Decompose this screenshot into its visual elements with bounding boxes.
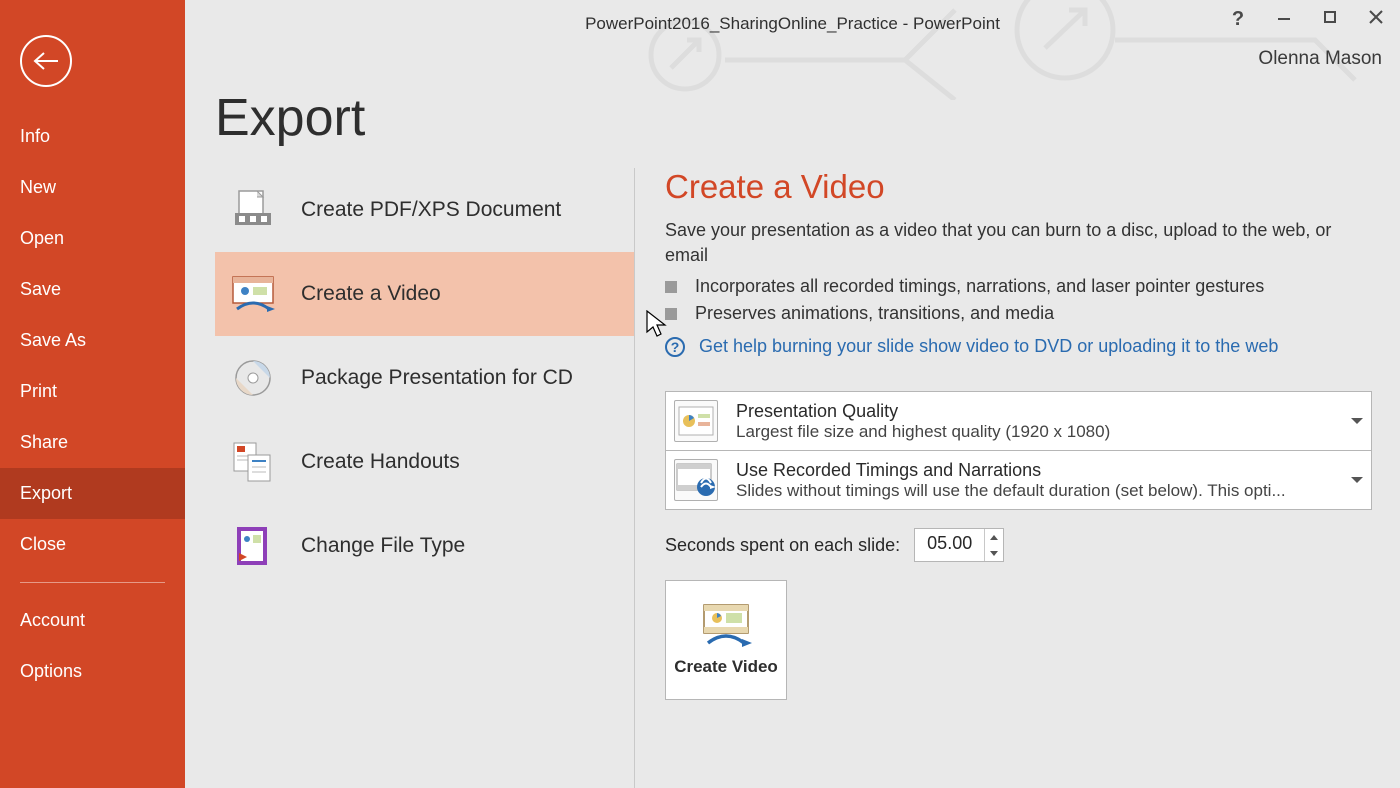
sidebar-item-export[interactable]: Export <box>0 468 185 519</box>
seconds-per-slide-row: Seconds spent on each slide: 05.00 <box>665 528 1372 562</box>
back-arrow-icon <box>32 51 60 71</box>
bullet-item: Preserves animations, transitions, and m… <box>665 303 1372 324</box>
create-video-label: Create Video <box>674 657 778 677</box>
main-area: PowerPoint2016_SharingOnline_Practice - … <box>185 0 1400 788</box>
help-icon: ? <box>665 337 685 357</box>
sidebar-divider <box>20 582 165 583</box>
video-icon <box>231 272 275 316</box>
sidebar-item-options[interactable]: Options <box>0 646 185 697</box>
backstage-sidebar: Info New Open Save Save As Print Share E… <box>0 0 185 788</box>
sidebar-item-label: Close <box>20 534 66 554</box>
detail-description: Save your presentation as a video that y… <box>665 218 1372 268</box>
option-label: Package Presentation for CD <box>301 366 573 390</box>
spinner-down-button[interactable] <box>985 545 1003 561</box>
account-name[interactable]: Olenna Mason <box>1258 48 1382 70</box>
triangle-down-icon <box>990 551 998 556</box>
page-title: Export <box>215 88 1400 148</box>
dropdown-subtitle: Slides without timings will use the defa… <box>736 481 1337 501</box>
sidebar-item-info[interactable]: Info <box>0 111 185 162</box>
bullet-icon <box>665 308 677 320</box>
seconds-spinner[interactable]: 05.00 <box>914 528 1004 562</box>
restore-icon <box>1322 9 1338 25</box>
option-label: Create a Video <box>301 282 441 306</box>
bullet-text: Preserves animations, transitions, and m… <box>695 303 1054 324</box>
sidebar-item-label: Print <box>20 381 57 401</box>
timings-icon <box>674 459 718 501</box>
export-option-change-file-type[interactable]: Change File Type <box>215 504 634 588</box>
bullet-icon <box>665 281 677 293</box>
file-type-icon <box>231 524 275 568</box>
help-link-text: Get help burning your slide show video t… <box>699 336 1278 357</box>
restore-button[interactable] <box>1318 8 1342 31</box>
detail-title: Create a Video <box>665 168 1372 206</box>
sidebar-item-label: Save <box>20 279 61 299</box>
sidebar-item-save[interactable]: Save <box>0 264 185 315</box>
close-button[interactable] <box>1364 8 1388 31</box>
sidebar-item-label: Share <box>20 432 68 452</box>
export-option-create-video[interactable]: Create a Video <box>215 252 634 336</box>
create-video-large-icon <box>700 603 752 647</box>
dropdown-subtitle: Largest file size and highest quality (1… <box>736 422 1337 442</box>
create-video-button[interactable]: Create Video <box>665 580 787 700</box>
sidebar-item-label: Info <box>20 126 50 146</box>
help-button[interactable]: ? <box>1226 8 1250 31</box>
minimize-button[interactable] <box>1272 8 1296 31</box>
option-label: Create PDF/XPS Document <box>301 198 561 222</box>
sidebar-item-save-as[interactable]: Save As <box>0 315 185 366</box>
handouts-icon <box>231 440 275 484</box>
sidebar-item-close[interactable]: Close <box>0 519 185 570</box>
sidebar-item-print[interactable]: Print <box>0 366 185 417</box>
close-icon <box>1368 9 1384 25</box>
export-option-pdf-xps[interactable]: Create PDF/XPS Document <box>215 168 634 252</box>
export-detail-pane: Create a Video Save your presentation as… <box>635 168 1400 788</box>
sidebar-item-new[interactable]: New <box>0 162 185 213</box>
export-options-list: Create PDF/XPS Document <box>215 168 635 788</box>
minimize-icon <box>1276 9 1292 25</box>
sidebar-item-label: Options <box>20 661 82 681</box>
help-link[interactable]: ? Get help burning your slide show video… <box>665 336 1372 357</box>
cd-icon <box>231 356 275 400</box>
title-bar: PowerPoint2016_SharingOnline_Practice - … <box>185 0 1400 48</box>
quality-icon <box>674 400 718 442</box>
dropdown-title: Use Recorded Timings and Narrations <box>736 460 1337 481</box>
sidebar-item-label: Export <box>20 483 72 503</box>
sidebar-item-label: Open <box>20 228 64 248</box>
sidebar-item-share[interactable]: Share <box>0 417 185 468</box>
export-option-handouts[interactable]: Create Handouts <box>215 420 634 504</box>
option-label: Change File Type <box>301 534 465 558</box>
seconds-value[interactable]: 05.00 <box>915 529 984 561</box>
triangle-up-icon <box>990 535 998 540</box>
export-option-package-cd[interactable]: Package Presentation for CD <box>215 336 634 420</box>
sidebar-item-label: Account <box>20 610 85 630</box>
chevron-down-icon <box>1351 418 1363 424</box>
back-button[interactable] <box>20 35 72 87</box>
option-label: Create Handouts <box>301 450 460 474</box>
sidebar-item-label: New <box>20 177 56 197</box>
presentation-quality-dropdown[interactable]: Presentation Quality Largest file size a… <box>665 391 1372 451</box>
window-title: PowerPoint2016_SharingOnline_Practice - … <box>585 14 1000 34</box>
chevron-down-icon <box>1351 477 1363 483</box>
sidebar-item-label: Save As <box>20 330 86 350</box>
seconds-label: Seconds spent on each slide: <box>665 535 900 556</box>
sidebar-item-account[interactable]: Account <box>0 595 185 646</box>
recorded-timings-dropdown[interactable]: Use Recorded Timings and Narrations Slid… <box>665 451 1372 510</box>
spinner-up-button[interactable] <box>985 529 1003 545</box>
pdf-document-icon <box>231 188 275 232</box>
dropdown-title: Presentation Quality <box>736 401 1337 422</box>
sidebar-item-open[interactable]: Open <box>0 213 185 264</box>
bullet-text: Incorporates all recorded timings, narra… <box>695 276 1264 297</box>
bullet-item: Incorporates all recorded timings, narra… <box>665 276 1372 297</box>
